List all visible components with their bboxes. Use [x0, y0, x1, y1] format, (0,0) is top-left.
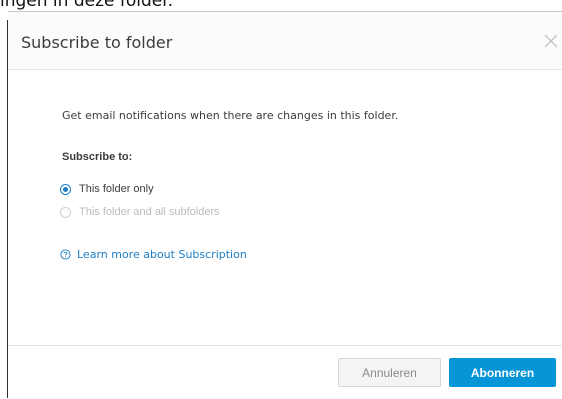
radio-checked[interactable]: [60, 183, 71, 195]
dialog-footer: Annuleren Abonneren: [8, 345, 562, 399]
learn-more-text[interactable]: Learn more about Subscription: [77, 248, 247, 261]
background-page-text: ingen in deze folder.: [0, 0, 174, 11]
help-circle-icon: [60, 249, 71, 260]
subscribe-dialog: Subscribe to folder Get email notificati…: [8, 11, 562, 398]
radio-disabled: [60, 206, 71, 218]
learn-more-link[interactable]: Learn more about Subscription: [60, 248, 247, 261]
option-folder-and-subfolders: This folder and all subfolders: [60, 206, 220, 218]
subscribe-to-label: Subscribe to:: [62, 151, 133, 163]
cancel-button[interactable]: Annuleren: [338, 358, 441, 387]
subscribe-button[interactable]: Abonneren: [449, 358, 556, 387]
option-this-folder-only[interactable]: This folder only: [60, 183, 154, 195]
dialog-description: Get email notifications when there are c…: [62, 109, 399, 122]
option-label: This folder only: [79, 183, 154, 195]
close-icon: [544, 34, 558, 48]
option-label: This folder and all subfolders: [79, 206, 220, 218]
dialog-title: Subscribe to folder: [21, 33, 173, 52]
close-button[interactable]: [542, 32, 562, 52]
dialog-header: Subscribe to folder: [8, 12, 562, 70]
